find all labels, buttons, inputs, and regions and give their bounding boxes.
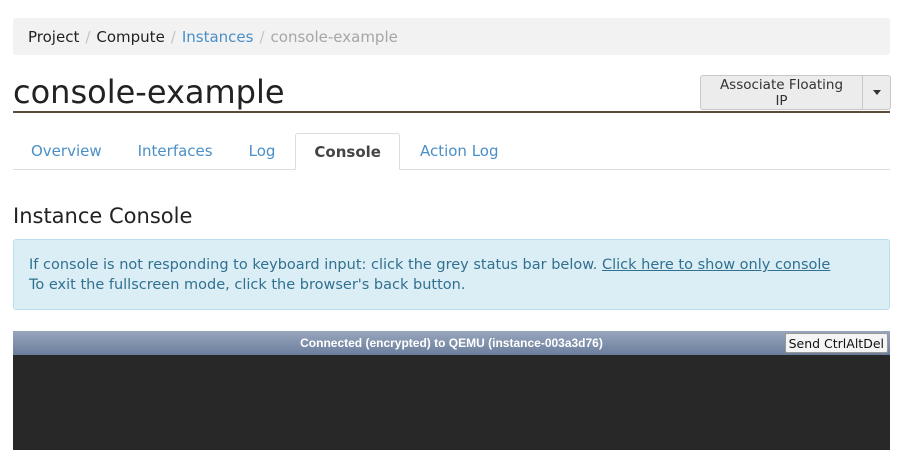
tab-interfaces[interactable]: Interfaces [120,133,231,169]
show-only-console-link[interactable]: Click here to show only console [602,257,830,273]
info-line-2: To exit the fullscreen mode, click the b… [29,277,466,293]
console-info-alert: If console is not responding to keyboard… [13,239,890,310]
breadcrumb-separator: / [170,27,176,46]
breadcrumb-current: console-example [270,27,398,46]
section-title: Instance Console [13,204,193,228]
actions-dropdown-toggle[interactable] [863,75,891,110]
tab-console[interactable]: Console [295,133,400,170]
breadcrumb-instances-link[interactable]: Instances [182,28,254,46]
instance-actions: Associate Floating IP [700,75,891,110]
info-line-1: If console is not responding to keyboard… [29,255,874,275]
instance-tabs: Overview Interfaces Log Console Action L… [13,133,890,170]
caret-down-icon [872,90,881,95]
breadcrumb-compute: Compute [96,27,165,46]
console-status-text: Connected (encrypted) to QEMU (instance-… [300,336,603,350]
page-title: console-example [13,73,285,111]
breadcrumb-separator: / [259,27,265,46]
send-ctrl-alt-del-button[interactable]: Send CtrlAltDel [784,333,888,353]
associate-floating-ip-button[interactable]: Associate Floating IP [700,75,863,110]
breadcrumb: Project / Compute / Instances / console-… [13,18,890,55]
title-divider [13,111,890,113]
tab-overview[interactable]: Overview [13,133,120,169]
info-text: If console is not responding to keyboard… [29,257,598,273]
tab-log[interactable]: Log [231,133,294,169]
console-screen[interactable] [13,355,890,450]
breadcrumb-project: Project [28,27,80,46]
breadcrumb-separator: / [85,27,91,46]
tab-action-log[interactable]: Action Log [402,133,517,169]
console-status-bar[interactable]: Connected (encrypted) to QEMU (instance-… [13,331,890,355]
